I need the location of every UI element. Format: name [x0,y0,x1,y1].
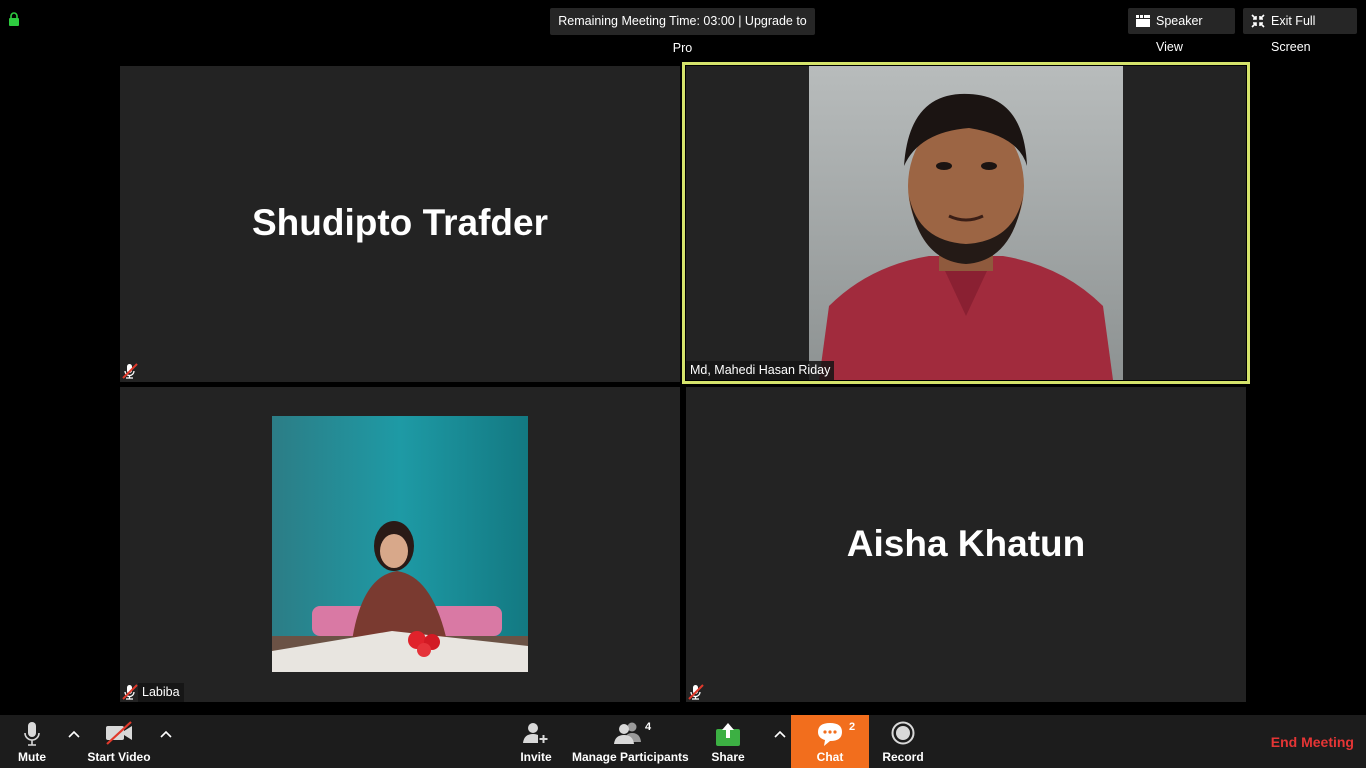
lock-icon[interactable] [8,12,20,26]
meeting-time-banner[interactable]: Remaining Meeting Time: 03:00 | Upgrade … [550,8,815,55]
manage-participants-button[interactable]: 4 Manage Participants [572,715,689,768]
participant-tile[interactable]: Labiba [120,387,680,702]
share-label: Share [711,750,745,764]
chat-label: Chat [816,750,844,764]
participants-icon [614,722,641,744]
invite-label: Invite [520,750,552,764]
meeting-toolbar: Mute Start Video Invite 4 Manage Partici… [0,715,1366,768]
manage-participants-label: Manage Participants [572,750,689,764]
speaker-view-label: Speaker View [1156,14,1203,54]
record-button[interactable]: Record [882,715,924,768]
start-video-label: Start Video [87,750,151,764]
add-person-icon [523,723,549,744]
muted-mic-icon [122,363,138,379]
participant-video [272,416,528,672]
video-off-icon [106,721,132,745]
muted-mic-icon [122,684,138,700]
exit-full-screen-label: Exit Full Screen [1271,14,1316,54]
record-label: Record [882,750,924,764]
chat-button[interactable]: 2 Chat [791,715,869,768]
participant-name: Aisha Khatun [846,523,1086,564]
speaker-view-button[interactable]: Speaker View [1128,8,1235,54]
share-options-caret-icon[interactable] [774,729,786,739]
audio-options-caret-icon[interactable] [68,729,80,739]
start-video-button[interactable]: Start Video [86,715,152,768]
chat-bubble-icon [818,723,842,746]
participant-tile[interactable]: Aisha Khatun [686,387,1246,702]
microphone-icon [24,722,40,746]
active-speaker-highlight [682,62,1250,384]
chat-unread-badge: 2 [849,721,856,733]
video-options-caret-icon[interactable] [160,729,172,739]
mute-button[interactable]: Mute [10,715,54,768]
participant-name-label: Labiba [138,683,184,702]
top-bar: Remaining Meeting Time: 03:00 | Upgrade … [0,0,1366,55]
exit-full-screen-button[interactable]: Exit Full Screen [1243,8,1357,54]
share-screen-icon [716,723,740,746]
record-icon [891,721,915,745]
participant-tile[interactable]: Shudipto Trafder [120,66,680,382]
end-meeting-button[interactable]: End Meeting [1271,734,1354,750]
mute-label: Mute [18,750,46,764]
share-button[interactable]: Share [706,715,750,768]
participant-count-badge: 4 [645,721,652,733]
exit-full-screen-icon [1251,14,1265,28]
muted-mic-icon [688,684,704,700]
speaker-view-icon [1136,15,1150,27]
invite-button[interactable]: Invite [515,715,557,768]
participant-name: Shudipto Trafder [252,202,548,243]
